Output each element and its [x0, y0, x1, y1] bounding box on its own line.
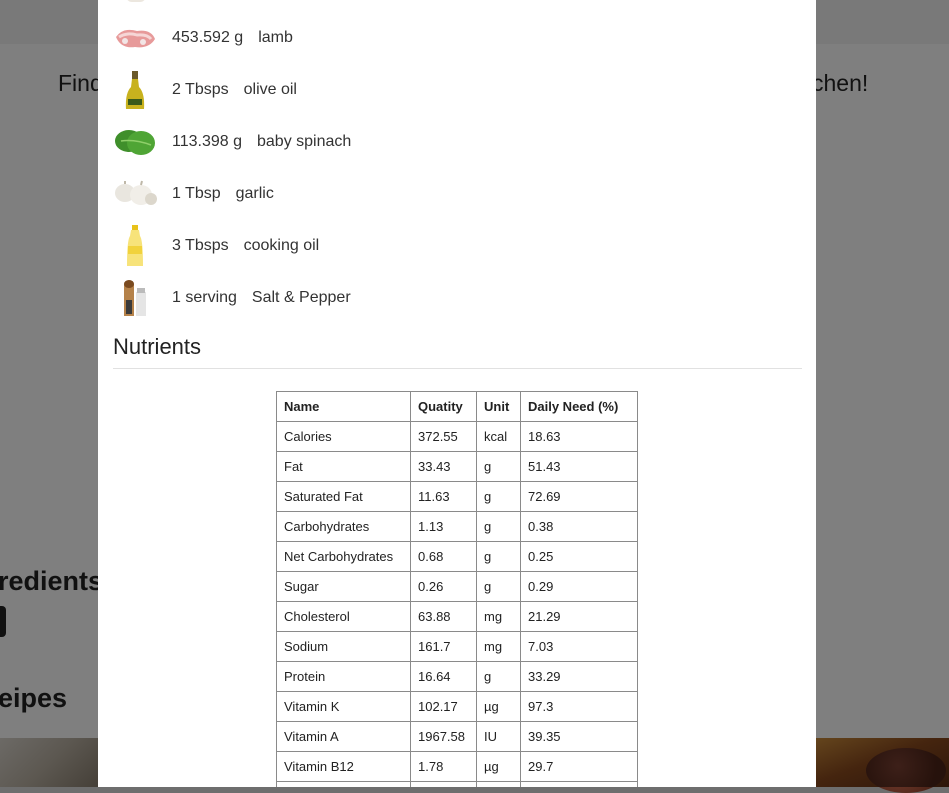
table-row: Cholesterol 63.88 mg 21.29: [276, 601, 638, 632]
nutrient-name: Protein: [276, 661, 411, 692]
nutrient-unit: g: [476, 541, 521, 572]
nutrient-unit: g: [476, 511, 521, 542]
table-row: [276, 781, 638, 787]
nutrient-unit: IU: [476, 721, 521, 752]
nutrient-unit: kcal: [476, 421, 521, 452]
nutrient-name: [276, 781, 411, 787]
ingredient-name: Salt & Pepper: [251, 289, 351, 306]
nutrient-quantity: 0.26: [410, 571, 477, 602]
nutrients-heading: Nutrients: [113, 334, 202, 359]
spinach-icon: [113, 120, 157, 164]
ingredient-name: garlic: [235, 185, 274, 202]
cut-off-ingredient-image: [114, 0, 154, 4]
ingredient-name: olive oil: [243, 81, 297, 98]
column-header-name: Name: [276, 391, 411, 422]
nutrient-daily-need: 51.43: [520, 451, 638, 482]
nutrient-unit: mg: [476, 601, 521, 632]
nutrient-name: Saturated Fat: [276, 481, 411, 512]
table-row: Calories 372.55 kcal 18.63: [276, 421, 638, 452]
ingredient-item: 2 Tbsps olive oil: [113, 70, 297, 110]
garlic-icon: [113, 172, 157, 216]
table-header-row: Name Quatity Unit Daily Need (%): [276, 391, 638, 422]
nutrient-quantity: 161.7: [410, 631, 477, 662]
ingredient-amount: 2 Tbsps: [172, 81, 229, 98]
ingredient-name: lamb: [258, 29, 293, 46]
nutrient-name: Net Carbohydrates: [276, 541, 411, 572]
nutrient-name: Carbohydrates: [276, 511, 411, 542]
nutrient-unit: mg: [476, 631, 521, 662]
nutrient-unit: [476, 781, 521, 787]
table-row: Vitamin A 1967.58 IU 39.35: [276, 721, 638, 752]
nutrient-daily-need: 33.29: [520, 661, 638, 692]
ingredient-item: 453.592 g lamb: [113, 18, 293, 58]
nutrient-unit: g: [476, 481, 521, 512]
table-row: Saturated Fat 11.63 g 72.69: [276, 481, 638, 512]
nutrient-quantity: 63.88: [410, 601, 477, 632]
nutrient-name: Vitamin B12: [276, 751, 411, 782]
nutrient-name: Sodium: [276, 631, 411, 662]
divider: [113, 368, 802, 369]
nutrient-quantity: 1.78: [410, 751, 477, 782]
nutrient-daily-need: 18.63: [520, 421, 638, 452]
nutrient-name: Vitamin K: [276, 691, 411, 722]
table-row: Fat 33.43 g 51.43: [276, 451, 638, 482]
table-row: Sodium 161.7 mg 7.03: [276, 631, 638, 662]
ingredient-item: 1 serving Salt & Pepper: [113, 278, 351, 318]
nutrient-quantity: 372.55: [410, 421, 477, 452]
salt-pepper-icon: [113, 276, 157, 320]
ingredient-item: 1 Tbsp garlic: [113, 174, 274, 214]
nutrient-daily-need: 0.25: [520, 541, 638, 572]
ingredient-name: cooking oil: [243, 237, 320, 254]
nutrient-daily-need: 0.38: [520, 511, 638, 542]
nutrient-unit: µg: [476, 751, 521, 782]
nutrient-unit: µg: [476, 691, 521, 722]
table-row: Vitamin B12 1.78 µg 29.7: [276, 751, 638, 782]
ingredient-amount: 1 serving: [172, 289, 237, 306]
ingredient-item: 3 Tbsps cooking oil: [113, 224, 320, 268]
table-row: Sugar 0.26 g 0.29: [276, 571, 638, 602]
nutrient-quantity: 11.63: [410, 481, 477, 512]
nutrient-daily-need: 21.29: [520, 601, 638, 632]
nutrient-daily-need: [520, 781, 638, 787]
nutrient-quantity: 0.68: [410, 541, 477, 572]
cooking-oil-bottle-icon: [113, 224, 157, 268]
nutrient-daily-need: 39.35: [520, 721, 638, 752]
nutrient-daily-need: 0.29: [520, 571, 638, 602]
ingredient-amount: 113.398 g: [172, 133, 242, 150]
olive-oil-bottle-icon: [113, 68, 157, 112]
nutrients-table: Name Quatity Unit Daily Need (%) Calorie…: [276, 391, 638, 787]
lamb-icon: [113, 16, 157, 60]
nutrient-name: Vitamin A: [276, 721, 411, 752]
nutrient-quantity: [410, 781, 477, 787]
nutrient-daily-need: 72.69: [520, 481, 638, 512]
ingredient-amount: 3 Tbsps: [172, 237, 229, 254]
column-header-unit: Unit: [476, 391, 521, 422]
nutrient-name: Cholesterol: [276, 601, 411, 632]
nutrient-quantity: 16.64: [410, 661, 477, 692]
nutrient-unit: g: [476, 571, 521, 602]
recipe-modal: 453.592 g lamb 2 Tbsps olive oil 113.398…: [98, 0, 816, 787]
ingredient-amount: 1 Tbsp: [172, 185, 221, 202]
table-row: Net Carbohydrates 0.68 g 0.25: [276, 541, 638, 572]
nutrient-quantity: 1.13: [410, 511, 477, 542]
nutrient-daily-need: 29.7: [520, 751, 638, 782]
ingredient-item: 113.398 g baby spinach: [113, 122, 351, 162]
nutrient-name: Fat: [276, 451, 411, 482]
nutrient-daily-need: 7.03: [520, 631, 638, 662]
table-row: Vitamin K 102.17 µg 97.3: [276, 691, 638, 722]
column-header-daily-need: Daily Need (%): [520, 391, 638, 422]
nutrient-unit: g: [476, 661, 521, 692]
ingredient-amount: 453.592 g: [172, 29, 244, 46]
nutrient-unit: g: [476, 451, 521, 482]
nutrient-name: Sugar: [276, 571, 411, 602]
nutrient-daily-need: 97.3: [520, 691, 638, 722]
column-header-quantity: Quatity: [410, 391, 477, 422]
nutrient-quantity: 1967.58: [410, 721, 477, 752]
table-row: Carbohydrates 1.13 g 0.38: [276, 511, 638, 542]
nutrient-quantity: 33.43: [410, 451, 477, 482]
ingredient-name: baby spinach: [257, 133, 352, 150]
nutrient-quantity: 102.17: [410, 691, 477, 722]
nutrient-name: Calories: [276, 421, 411, 452]
table-row: Protein 16.64 g 33.29: [276, 661, 638, 692]
